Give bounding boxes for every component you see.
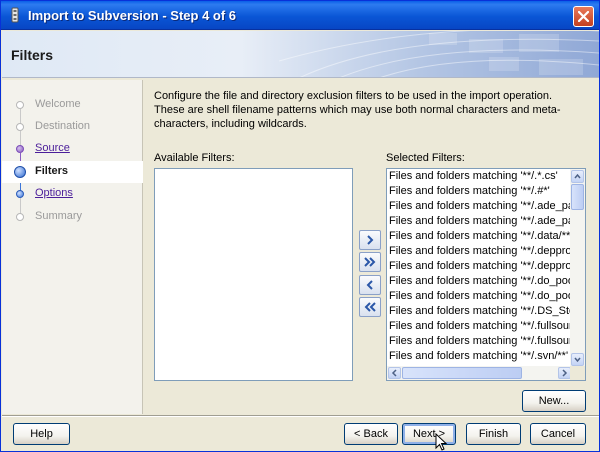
window-title: Import to Subversion - Step 4 of 6 <box>28 8 237 23</box>
description-text: Configure the file and directory exclusi… <box>154 90 561 130</box>
arrow-right-icon <box>367 235 374 245</box>
footer-separator <box>2 415 599 417</box>
chevron-up-icon <box>574 173 581 179</box>
mouse-cursor-icon <box>435 433 448 451</box>
step-indicator <box>16 101 24 109</box>
list-item[interactable]: Files and folders matching '**/.data/**' <box>387 229 572 244</box>
list-item[interactable]: Files and folders matching '**/.ade_path… <box>387 199 572 214</box>
back-button[interactable]: < Back <box>344 423 398 445</box>
step-welcome: Welcome <box>2 94 143 116</box>
app-icon <box>11 7 19 23</box>
step-summary: Summary <box>2 206 143 228</box>
wizard-steps-panel: Welcome Destination Source Filters Optio… <box>2 80 143 414</box>
chevron-left-icon <box>391 369 397 377</box>
help-button[interactable]: Help <box>13 423 70 445</box>
chevron-right-icon <box>562 369 568 377</box>
list-item[interactable]: Files and folders matching '**/.fullsour… <box>387 319 572 334</box>
step-destination: Destination <box>2 116 143 138</box>
step-label[interactable]: Source <box>35 142 70 154</box>
remove-all-filters-button[interactable] <box>359 297 381 317</box>
step-indicator <box>16 190 24 198</box>
scroll-left-button[interactable] <box>388 367 401 379</box>
scroll-down-button[interactable] <box>571 353 584 366</box>
double-arrow-right-icon <box>364 257 376 267</box>
add-filter-button[interactable] <box>359 230 381 250</box>
available-filters-list[interactable] <box>154 168 353 381</box>
selected-filters-list[interactable]: Files and folders matching '**/.*.cs' Fi… <box>386 168 586 381</box>
double-arrow-left-icon <box>364 302 376 312</box>
horizontal-scrollbar[interactable] <box>387 366 572 380</box>
wizard-window: Import to Subversion - Step 4 of 6 Filte… <box>0 0 600 452</box>
step-indicator-current <box>14 166 26 178</box>
list-item[interactable]: Files and folders matching '**/.depprod' <box>387 244 572 259</box>
scroll-up-button[interactable] <box>571 170 584 183</box>
chevron-down-icon <box>574 357 581 363</box>
close-button[interactable] <box>573 6 594 27</box>
available-filters-label: Available Filters: <box>154 152 235 164</box>
cancel-button[interactable]: Cancel <box>530 423 586 445</box>
close-icon <box>578 11 589 22</box>
step-filters: Filters <box>2 161 143 183</box>
list-item[interactable]: Files and folders matching '**/.svn/**' <box>387 349 572 364</box>
step-label: Filters <box>35 165 69 177</box>
add-all-filters-button[interactable] <box>359 252 381 272</box>
scroll-corner <box>570 366 585 380</box>
step-label: Welcome <box>35 98 81 110</box>
scroll-thumb-horizontal[interactable] <box>402 367 522 379</box>
vertical-scrollbar[interactable] <box>570 169 585 367</box>
list-item[interactable]: Files and folders matching '**/.ade_path… <box>387 214 572 229</box>
title-bar[interactable]: Import to Subversion - Step 4 of 6 <box>1 1 599 30</box>
step-options[interactable]: Options <box>2 183 143 205</box>
arrow-left-icon <box>366 280 373 290</box>
selected-filters-label: Selected Filters: <box>386 152 465 164</box>
list-item[interactable]: Files and folders matching '**/.*.cs' <box>387 169 572 184</box>
step-indicator <box>16 213 24 221</box>
list-item[interactable]: Files and folders matching '**/.do_pool' <box>387 274 572 289</box>
list-item[interactable]: Files and folders matching '**/.do_pool/… <box>387 289 572 304</box>
new-filter-button[interactable]: New... <box>522 390 586 412</box>
remove-filter-button[interactable] <box>359 275 381 295</box>
page-header: Filters <box>2 31 599 78</box>
finish-button[interactable]: Finish <box>466 423 521 445</box>
list-item[interactable]: Files and folders matching '**/.#*' <box>387 184 572 199</box>
list-item[interactable]: Files and folders matching '**/.depprod_… <box>387 259 572 274</box>
step-indicator <box>16 123 24 131</box>
scroll-thumb[interactable] <box>571 184 584 210</box>
step-label[interactable]: Options <box>35 187 73 199</box>
step-source[interactable]: Source <box>2 138 143 160</box>
list-item[interactable]: Files and folders matching '**/.DS_Store… <box>387 304 572 319</box>
step-label: Summary <box>35 210 83 222</box>
page-title: Filters <box>11 47 54 63</box>
step-label: Destination <box>35 120 91 132</box>
list-item[interactable]: Files and folders matching '**/.fullsour… <box>387 334 572 349</box>
header-decoration <box>279 31 599 77</box>
selected-filters-items: Files and folders matching '**/.*.cs' Fi… <box>387 169 572 367</box>
step-indicator <box>16 145 24 153</box>
